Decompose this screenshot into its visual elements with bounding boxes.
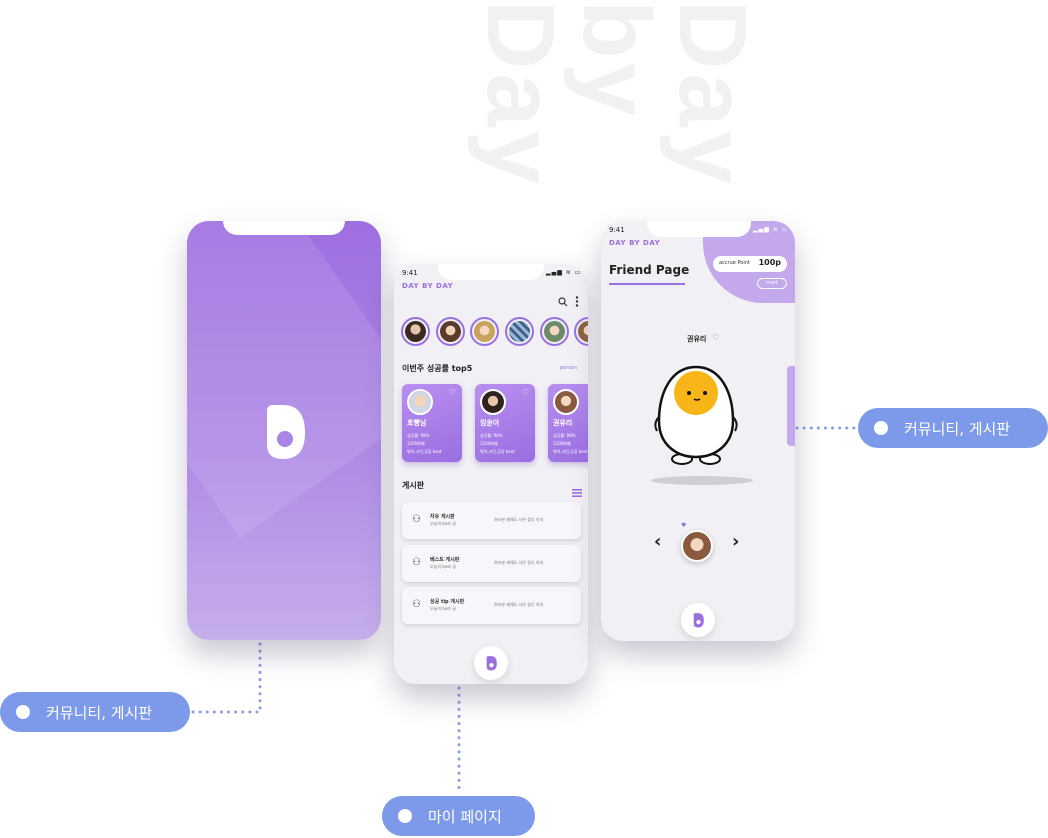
character-shadow bbox=[651, 476, 753, 485]
search-icon[interactable] bbox=[558, 292, 568, 307]
card-tags: 뛰어,고민,공동 best bbox=[553, 449, 588, 454]
board-title: 게시판 bbox=[402, 481, 425, 490]
users-icon: ⚇ bbox=[412, 557, 421, 568]
heart-icon[interactable]: ♡ bbox=[522, 388, 529, 397]
card-name: 권유리 bbox=[553, 419, 573, 427]
status-time: 9:41 bbox=[402, 269, 418, 277]
board-row[interactable]: ⚇ 성공 tip 게시판 오늘의 best 글 여러분 재해도 사은 잡다 하지 bbox=[402, 587, 581, 624]
tag-dot bbox=[398, 809, 412, 823]
story-avatar[interactable] bbox=[436, 317, 465, 346]
points-value: 100p bbox=[758, 258, 781, 267]
title-underline bbox=[609, 283, 685, 285]
app-logo-icon bbox=[267, 405, 305, 459]
board-row-title: 성공 tip 게시판 bbox=[430, 599, 465, 605]
avatar bbox=[407, 389, 433, 415]
next-arrow-icon[interactable]: › bbox=[732, 531, 739, 552]
page-title: Friend Page bbox=[609, 263, 690, 277]
prev-arrow-icon[interactable]: ‹ bbox=[654, 531, 661, 552]
friend-name: 권유리 bbox=[687, 335, 707, 343]
phone-notch bbox=[647, 221, 751, 237]
card-count: 1200회째 bbox=[407, 441, 425, 446]
splash-screen-phone bbox=[187, 221, 381, 640]
card-count: 1200회째 bbox=[553, 441, 571, 446]
app-logo-icon bbox=[486, 656, 497, 671]
small-heart-icon: ♥ bbox=[681, 522, 687, 529]
board-row-desc: 여러분 재해도 사은 잡다 하지 bbox=[494, 560, 544, 565]
home-fab-button[interactable] bbox=[681, 603, 715, 637]
story-avatar[interactable] bbox=[401, 317, 430, 346]
card-name: 임윤아 bbox=[480, 419, 500, 427]
friend-page-phone: 9:41 ▂▄▆ ≋ ▭ DAY BY DAY Friend Page accr… bbox=[601, 221, 795, 641]
egg-character-icon bbox=[654, 365, 738, 465]
card-tags: 뛰어,고민,공동 best bbox=[407, 449, 442, 454]
community-screen-phone: 9:41 ▂▄▆ ≋ ▭ DAY BY DAY 이번주 성공률 top5 per… bbox=[394, 264, 588, 684]
board-row-title: 자유 게시판 bbox=[430, 514, 455, 520]
top5-title: 이번주 성공률 top5 bbox=[402, 364, 473, 373]
phone-notch bbox=[438, 264, 544, 280]
tag-bottom: 마이 페이지 bbox=[382, 796, 535, 836]
home-fab-button[interactable] bbox=[474, 646, 508, 680]
heart-icon[interactable]: ♡ bbox=[712, 333, 719, 342]
board-row-desc: 여러분 재해도 사은 잡다 하지 bbox=[494, 517, 544, 522]
board-row-sub: 오늘의 best 글 bbox=[430, 564, 456, 569]
tag-label: 커뮤니티, 게시판 bbox=[46, 703, 153, 722]
story-avatar[interactable] bbox=[470, 317, 499, 346]
side-drawer-tab[interactable] bbox=[787, 366, 795, 446]
app-logo-icon bbox=[693, 613, 704, 628]
avatar bbox=[553, 389, 579, 415]
card-name: 호빵님 bbox=[407, 419, 427, 427]
story-avatar[interactable] bbox=[574, 317, 588, 346]
mart-button[interactable]: mart bbox=[757, 278, 787, 289]
board-row[interactable]: ⚇ 베스트 게시판 오늘의 best 글 여러분 재해도 사은 잡다 하지 bbox=[402, 545, 581, 582]
more-vertical-icon[interactable] bbox=[575, 292, 579, 307]
top5-card[interactable]: 권유리 성공률: 98% 1200회째 뛰어,고민,공동 best bbox=[548, 384, 588, 462]
users-icon: ⚇ bbox=[412, 514, 421, 525]
board-row-desc: 여러분 재해도 사은 잡다 하지 bbox=[494, 602, 544, 607]
status-icons: ▂▄▆ ≋ ▭ bbox=[753, 226, 789, 233]
story-avatar[interactable] bbox=[505, 317, 534, 346]
card-tags: 뛰어,고민,공동 best bbox=[480, 449, 515, 454]
board-row-sub: 오늘의 best 글 bbox=[430, 521, 456, 526]
heart-icon[interactable]: ♡ bbox=[449, 388, 456, 397]
top5-person-link[interactable]: person bbox=[560, 365, 577, 371]
users-icon: ⚇ bbox=[412, 599, 421, 610]
phone-notch bbox=[223, 221, 345, 235]
board-row-sub: 오늘의 best 글 bbox=[430, 606, 456, 611]
card-rate: 성공률: 98% bbox=[553, 433, 576, 438]
avatar bbox=[480, 389, 506, 415]
board-row[interactable]: ⚇ 자유 게시판 오늘의 best 글 여러분 재해도 사은 잡다 하지 bbox=[402, 502, 581, 539]
brand-logo: DAY BY DAY bbox=[609, 239, 661, 247]
status-time: 9:41 bbox=[609, 226, 625, 234]
board-row-title: 베스트 게시판 bbox=[430, 557, 460, 563]
tag-left: 커뮤니티, 게시판 bbox=[0, 692, 190, 732]
brand-logo: DAY BY DAY bbox=[402, 282, 454, 290]
points-badge: accrue Point 100p bbox=[713, 256, 787, 272]
tag-dot bbox=[16, 705, 30, 719]
tag-dot bbox=[874, 421, 888, 435]
story-avatar[interactable] bbox=[540, 317, 569, 346]
top5-card[interactable]: ♡ 임윤아 성공률: 98% 1200회째 뛰어,고민,공동 best bbox=[475, 384, 535, 462]
tag-label: 마이 페이지 bbox=[428, 807, 502, 826]
friend-avatar[interactable] bbox=[681, 530, 713, 562]
points-label: accrue Point bbox=[719, 260, 750, 266]
status-icons: ▂▄▆ ≋ ▭ bbox=[546, 269, 582, 276]
splash-highlight bbox=[187, 221, 381, 539]
tag-right: 커뮤니티, 게시판 bbox=[858, 408, 1048, 448]
list-menu-icon[interactable] bbox=[572, 482, 582, 497]
card-rate: 성공률: 98% bbox=[480, 433, 503, 438]
card-count: 1200회째 bbox=[480, 441, 498, 446]
top5-card[interactable]: ♡ 호빵님 성공률: 98% 1200회째 뛰어,고민,공동 best bbox=[402, 384, 462, 462]
card-rate: 성공률: 98% bbox=[407, 433, 430, 438]
tag-label: 커뮤니티, 게시판 bbox=[904, 419, 1011, 438]
